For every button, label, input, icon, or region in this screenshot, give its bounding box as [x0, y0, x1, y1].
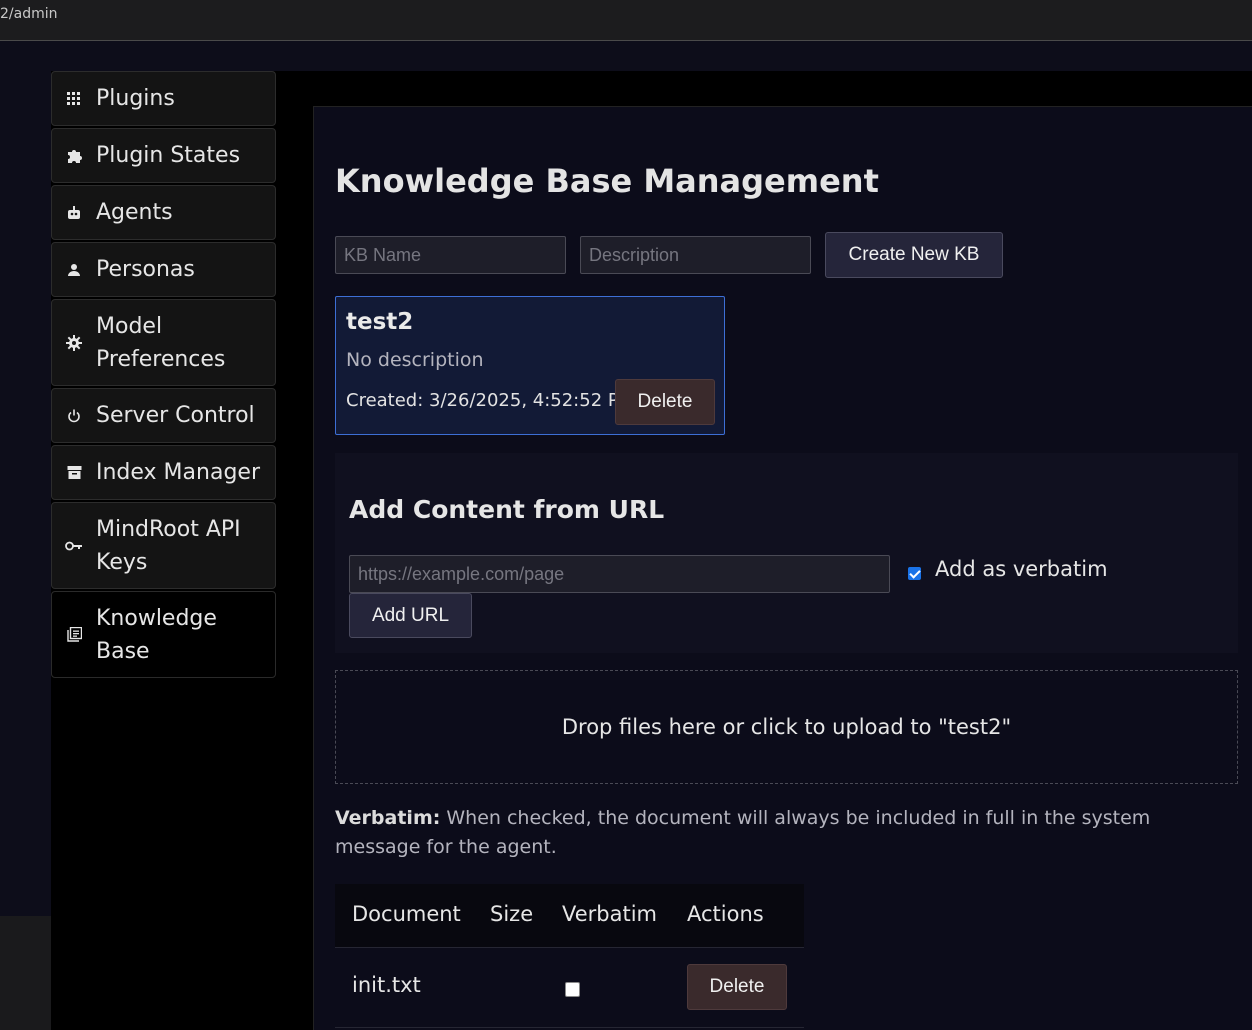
sidebar-item-personas[interactable]: Personas — [51, 242, 276, 297]
delete-kb-button[interactable]: Delete — [615, 379, 715, 425]
dropzone-text: Drop files here or click to upload to "t… — [561, 715, 1012, 739]
sidebar-item-label: Plugin States — [96, 143, 241, 168]
sidebar: Plugins Plugin States Agents Personas Mo… — [51, 71, 276, 1030]
sidebar-item-plugins[interactable]: Plugins — [51, 71, 276, 126]
kb-card[interactable]: test2 No description Created: 3/26/2025,… — [335, 296, 725, 435]
sidebar-item-agents[interactable]: Agents — [51, 185, 276, 240]
kb-name-input[interactable] — [335, 236, 566, 274]
add-url-title: Add Content from URL — [349, 495, 665, 524]
sidebar-item-label: Index Manager — [96, 460, 260, 485]
verbatim-note-text: When checked, the document will always b… — [335, 807, 1151, 858]
puzzle-icon — [52, 148, 96, 164]
gear-icon — [52, 334, 96, 351]
verbatim-note-bold: Verbatim: — [335, 807, 441, 829]
url-text: 2/admin — [0, 6, 58, 22]
delete-document-button[interactable]: Delete — [687, 964, 787, 1010]
sidebar-item-plugin-states[interactable]: Plugin States — [51, 128, 276, 183]
sidebar-item-knowledge-base[interactable]: Knowledge Base — [51, 591, 276, 678]
sidebar-item-mindroot-api-keys[interactable]: MindRoot API Keys — [51, 502, 276, 589]
header-verbatim: Verbatim — [562, 902, 658, 926]
header-strip — [276, 71, 1252, 106]
library-icon — [52, 627, 96, 642]
header-size: Size — [490, 902, 534, 926]
table-row: init.txt Delete — [335, 948, 804, 1028]
sidebar-item-label: Server Control — [96, 403, 255, 428]
archive-icon — [52, 465, 96, 480]
file-dropzone[interactable]: Drop files here or click to upload to "t… — [335, 670, 1238, 784]
sidebar-item-label: Model Preferences — [96, 313, 226, 372]
document-name: init.txt — [352, 973, 421, 997]
content-gutter — [276, 106, 313, 1030]
grid-icon — [52, 91, 96, 106]
sidebar-item-server-control[interactable]: Server Control — [51, 388, 276, 443]
url-input[interactable] — [349, 555, 890, 593]
add-url-panel: Add Content from URL Add as verbatim Add… — [335, 453, 1238, 653]
sidebar-item-label: Knowledge Base — [96, 605, 217, 664]
verbatim-label: Add as verbatim — [935, 557, 1108, 581]
kb-card-name: test2 — [346, 309, 414, 335]
sidebar-item-label: Plugins — [96, 86, 175, 111]
power-icon — [52, 409, 96, 423]
main-panel: Knowledge Base Management Create New KB … — [313, 106, 1252, 1030]
page-background-bottom — [0, 916, 51, 1030]
kb-card-description: No description — [346, 349, 484, 371]
sidebar-item-index-manager[interactable]: Index Manager — [51, 445, 276, 500]
key-icon — [52, 540, 96, 552]
document-verbatim-checkbox[interactable] — [565, 982, 580, 997]
sidebar-item-label: Personas — [96, 257, 195, 282]
page-background — [0, 41, 51, 916]
page-title: Knowledge Base Management — [335, 162, 879, 200]
kb-card-created: Created: 3/26/2025, 4:52:52 PM — [346, 390, 635, 411]
verbatim-note: Verbatim: When checked, the document wil… — [335, 804, 1235, 862]
header-document: Document — [352, 902, 461, 926]
robot-icon — [52, 205, 96, 221]
add-url-button[interactable]: Add URL — [349, 593, 472, 638]
person-icon — [52, 263, 96, 277]
table-header-row: Document Size Verbatim Actions — [335, 884, 804, 948]
sidebar-item-model-preferences[interactable]: Model Preferences — [51, 299, 276, 386]
documents-table: Document Size Verbatim Actions init.txt … — [335, 884, 804, 1030]
sidebar-item-label: Agents — [96, 200, 173, 225]
create-kb-button[interactable]: Create New KB — [825, 232, 1003, 278]
browser-address-bar[interactable]: 2/admin — [0, 0, 1252, 41]
kb-description-input[interactable] — [580, 236, 811, 274]
header-actions: Actions — [687, 902, 764, 926]
sidebar-item-label: MindRoot API Keys — [96, 516, 241, 575]
verbatim-checkbox[interactable] — [908, 567, 921, 580]
